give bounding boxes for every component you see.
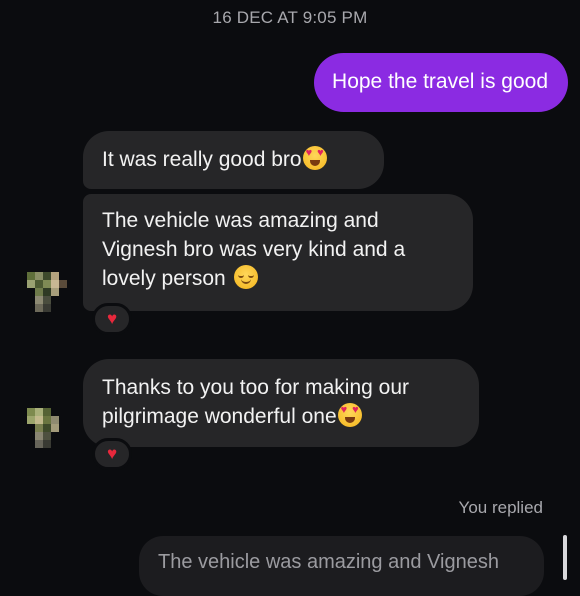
message-text: It was really good bro	[102, 148, 302, 171]
incoming-message-bubble[interactable]: It was really good bro	[83, 131, 384, 189]
quoted-text: The vehicle was amazing and Vignesh	[158, 551, 499, 573]
heart-eyes-emoji-icon	[337, 403, 362, 427]
relieved-smile-emoji-icon	[233, 265, 258, 289]
heart-reaction[interactable]: ♥	[92, 303, 132, 335]
incoming-message-bubble[interactable]: The vehicle was amazing and Vignesh bro …	[83, 194, 473, 311]
you-replied-label: You replied	[458, 498, 543, 517]
message-text: Thanks to you too for making our pilgrim…	[102, 376, 409, 428]
avatar[interactable]	[27, 408, 67, 448]
quoted-reply-preview[interactable]: The vehicle was amazing and Vignesh	[139, 536, 544, 596]
heart-icon: ♥	[106, 444, 118, 463]
avatar[interactable]	[27, 272, 67, 312]
scrollbar[interactable]	[563, 535, 567, 580]
outgoing-message-bubble[interactable]: Hope the travel is good	[314, 53, 568, 112]
date-header: 16 DEC AT 9:05 PM	[212, 8, 368, 27]
heart-eyes-emoji-icon	[302, 146, 327, 170]
message-text: Hope the travel is good	[332, 70, 548, 93]
incoming-message-bubble[interactable]: Thanks to you too for making our pilgrim…	[83, 359, 479, 447]
heart-icon: ♥	[106, 309, 118, 328]
heart-reaction[interactable]: ♥	[92, 438, 132, 470]
